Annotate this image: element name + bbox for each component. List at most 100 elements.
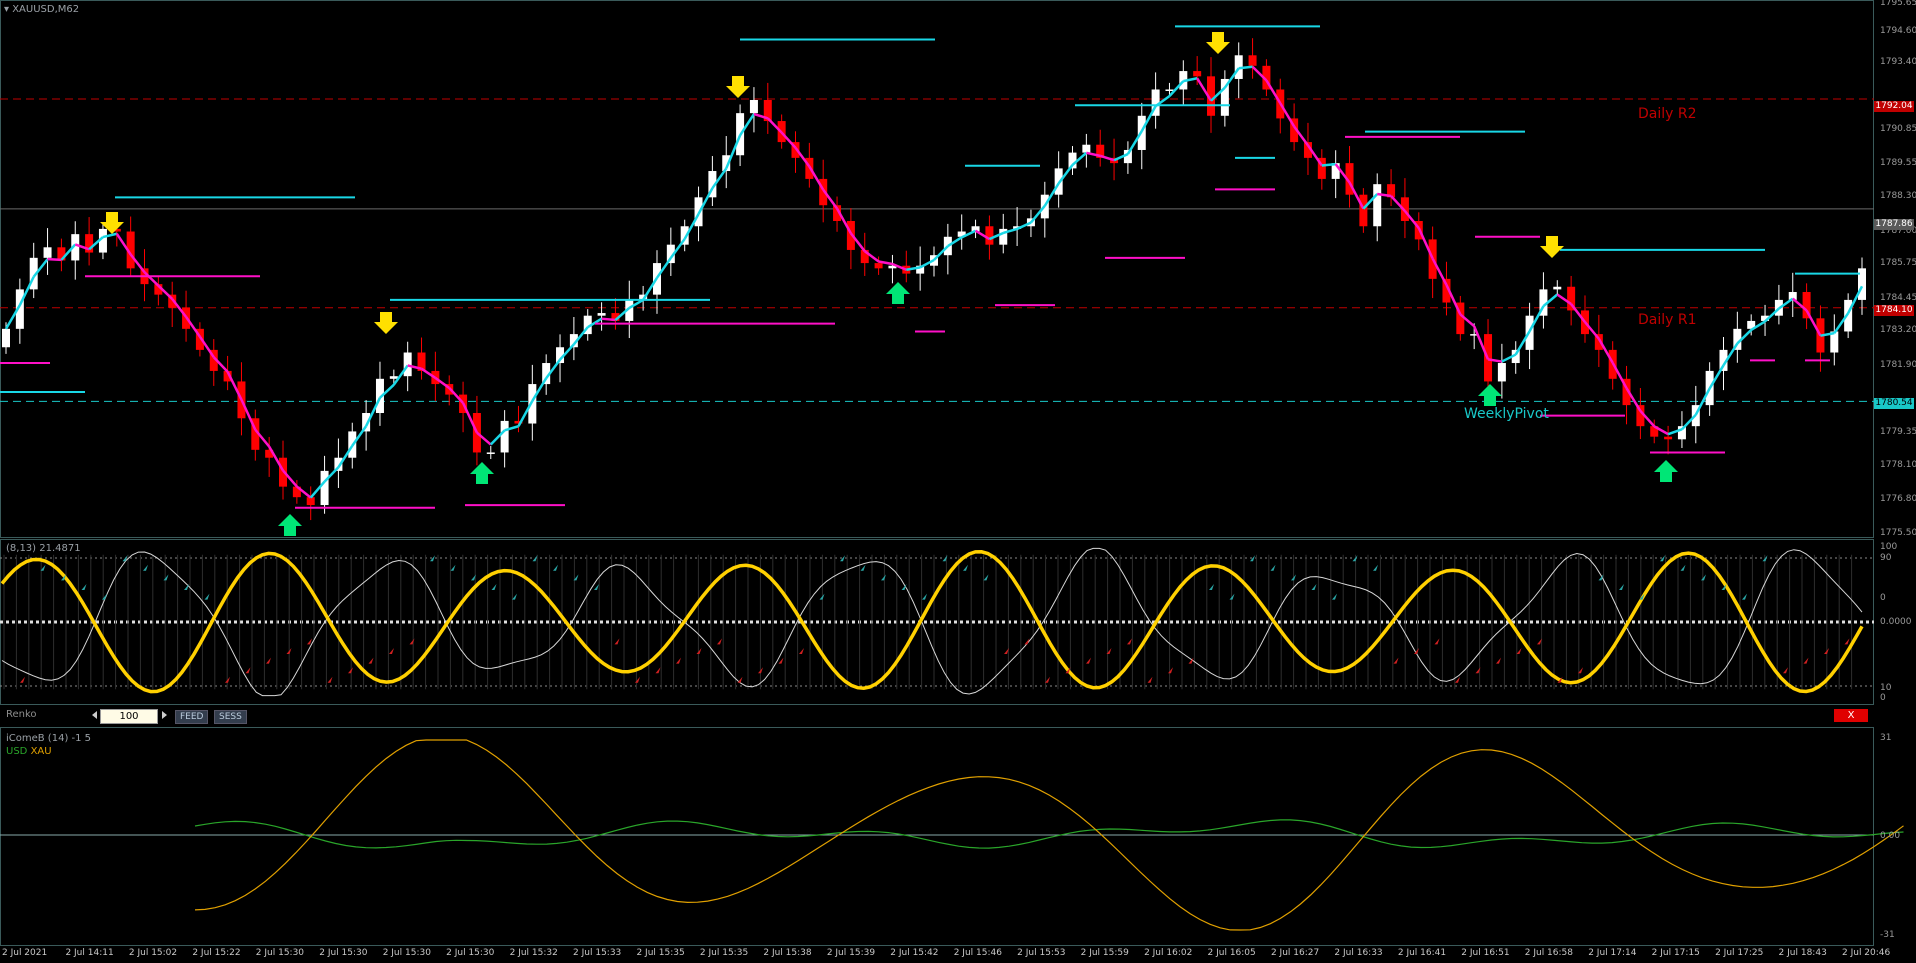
stoch-tick-0b: 0 (1880, 693, 1886, 703)
time-tick: 2 Jul 16:58 (1524, 948, 1573, 958)
price-tick: 1779.35 (1880, 426, 1916, 437)
stoch-marker (143, 564, 148, 571)
time-tick: 2 Jul 15:46 (953, 948, 1002, 958)
stoch-marker (635, 676, 640, 683)
stoch-marker (266, 657, 271, 664)
time-tick: 2 Jul 15:30 (319, 948, 368, 958)
stochastic-panel[interactable] (0, 547, 1874, 697)
time-tick: 2 Jul 15:35 (636, 948, 685, 958)
price-tick: 1776.80 (1880, 493, 1916, 504)
stoch-marker (1434, 638, 1440, 645)
stoch-marker (1209, 584, 1214, 590)
icome-panel[interactable] (0, 739, 1904, 931)
trend-line-segment (47, 257, 62, 262)
time-tick: 2 Jul 17:25 (1715, 948, 1764, 958)
candle-body (874, 263, 883, 269)
buy-arrow-icon (1654, 460, 1678, 482)
icome-label: iComeB (14) -1 5 (6, 733, 92, 744)
stoch-marker (1127, 638, 1132, 645)
stoch-marker (327, 676, 333, 683)
time-tick: 2 Jul 16:05 (1207, 948, 1256, 958)
candle-body (1497, 363, 1506, 382)
trend-line-segment (1238, 65, 1253, 70)
stoch-tick-10: 10 (1880, 683, 1892, 693)
renko-toolbar: Renko 100 FEED SESS X (0, 707, 1874, 725)
candle-body (320, 470, 329, 506)
time-tick: 2 Jul 17:15 (1651, 948, 1700, 958)
currency-legend: USD XAU (6, 746, 52, 757)
time-tick: 2 Jul 15:30 (255, 948, 305, 958)
stoch-tick-100: 100 (1880, 542, 1898, 552)
stoch-marker (204, 593, 210, 600)
xau-legend: XAU (30, 746, 52, 757)
stoch-tick-90: 90 (1880, 553, 1892, 563)
weekly-pivot-label: WeeklyPivot (1464, 406, 1549, 422)
time-tick: 2 Jul 14:11 (65, 948, 114, 958)
stoch-marker (1147, 676, 1153, 683)
candle-body (749, 100, 758, 114)
trend-line-segment (1321, 162, 1336, 167)
usd-legend: USD (6, 746, 28, 757)
candle-body (389, 376, 398, 379)
candle-body (1248, 55, 1257, 66)
usd-strength-line (194, 819, 1904, 849)
stoch-mid-value: 0.0000 (1880, 617, 1912, 627)
stoch-marker (1332, 593, 1337, 600)
stoch-marker (676, 657, 681, 664)
trading-chart[interactable] (0, 0, 1916, 963)
time-tick: 2 Jul 15:53 (1017, 948, 1066, 958)
price-tick: 1790.85 (1880, 124, 1916, 135)
candle-body (1165, 89, 1174, 91)
time-tick: 2 Jul 17:14 (1588, 948, 1637, 958)
sell-arrow-icon (726, 76, 750, 98)
brick-value-input[interactable]: 100 (100, 709, 158, 724)
price-tick: 1778.10 (1880, 459, 1916, 470)
stoch-marker (1393, 657, 1399, 664)
time-tick: 2 Jul 16:41 (1397, 948, 1447, 958)
stoch-marker (1086, 657, 1091, 664)
decrease-arrow-icon[interactable] (92, 711, 97, 719)
stoch-marker (368, 657, 374, 664)
feed-button[interactable]: FEED (175, 710, 209, 724)
buy-arrow-icon (278, 514, 302, 536)
stoch-marker (1844, 638, 1850, 645)
sess-button[interactable]: SESS (214, 710, 247, 724)
price-tick: 1775.50 (1880, 528, 1916, 538)
price-tick: 1785.75 (1880, 258, 1916, 269)
increase-arrow-icon[interactable] (162, 711, 167, 719)
time-tick: 2 Jul 15:32 (509, 948, 558, 958)
candle-body (486, 452, 495, 454)
renko-title: Renko (6, 709, 37, 720)
close-button[interactable]: X (1834, 709, 1868, 722)
stoch-marker (1701, 574, 1706, 581)
stoch-marker (860, 564, 866, 571)
time-tick: 2 Jul 15:38 (763, 948, 812, 958)
stoch-marker (307, 638, 312, 645)
stoch-marker (594, 584, 599, 590)
buy-arrow-icon (886, 282, 910, 304)
icome-tick-top: 31 (1880, 733, 1892, 743)
daily-r1-badge: 1784.10 (1874, 305, 1914, 316)
candle-body (403, 352, 412, 377)
time-tick: 2 Jul 15:30 (446, 948, 495, 958)
stoch-marker (1619, 584, 1624, 590)
time-tick: 2 Jul 15:42 (890, 948, 939, 958)
price-panel[interactable] (0, 25, 1874, 536)
time-tick: 2 Jul 15:30 (382, 948, 431, 958)
stoch-marker (1680, 564, 1686, 571)
stoch-marker (1270, 564, 1276, 571)
stoch-marker (348, 667, 353, 674)
stoch-marker (963, 564, 968, 571)
stoch-marker (553, 564, 558, 571)
price-tick: 1788.30 (1880, 191, 1916, 202)
price-tick: 1784.45 (1880, 292, 1916, 303)
icome-tick-mid: 0.00 (1880, 831, 1901, 841)
candle-body (1082, 144, 1091, 153)
candle-body (597, 313, 606, 316)
stoch-marker (881, 574, 886, 581)
candle-body (985, 226, 994, 245)
daily-r1-label: Daily R1 (1638, 312, 1697, 328)
time-tick: 2 Jul 16:27 (1270, 948, 1320, 958)
stoch-marker (1803, 657, 1809, 664)
price-tick: 1783.20 (1880, 325, 1916, 336)
